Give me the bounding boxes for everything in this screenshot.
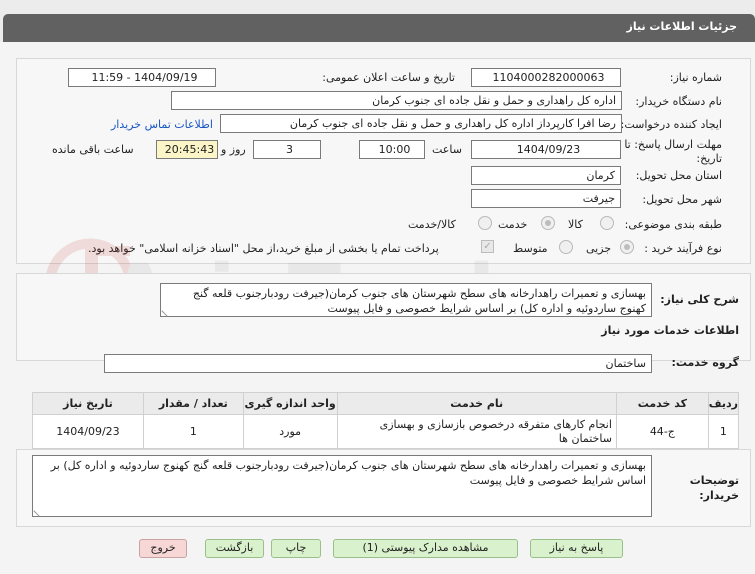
service-need-date: 1404/09/23 [32, 414, 144, 449]
category-label: طبقه بندی موضوعی: [624, 218, 722, 231]
col-date-header: تاریخ نیاز [32, 392, 144, 415]
service-unit: مورد [242, 414, 338, 449]
back-button[interactable]: بازگشت [205, 539, 264, 558]
announce-datetime-label: تاریخ و ساعت اعلان عمومی: [322, 71, 455, 84]
buyer-org-label: نام دستگاه خریدار: [635, 95, 722, 108]
process-medium-radio[interactable] [559, 240, 573, 254]
buyer-notes-text: بهسازی و تعمیرات راهدارخانه های سطح شهرس… [50, 459, 646, 487]
top-bar: جزئیات اطلاعات نیاز [0, 0, 755, 42]
service-qty: 1 [142, 414, 244, 449]
view-attachments-button[interactable]: مشاهده مدارک پیوستی (1) [333, 539, 518, 558]
category-service-label: خدمت [498, 218, 528, 231]
buyer-org-field: اداره کل راهداری و حمل و نقل جاده ای جنو… [171, 91, 622, 110]
col-qty-header: تعداد / مقدار [142, 392, 244, 415]
reply-button[interactable]: پاسخ به نیاز [530, 539, 623, 558]
col-unit-header: واحد اندازه گیری [242, 392, 338, 415]
col-row-header: ردیف [707, 392, 740, 415]
general-desc-label: شرح کلی نیاز: [660, 293, 739, 306]
creator-label: ایجاد کننده درخواست: [620, 118, 722, 131]
resize-handle-icon[interactable] [33, 505, 45, 517]
print-button[interactable]: چاپ [271, 539, 321, 558]
table-row: 1 ج-44 انجام کارهای متفرقه درخصوص بازساز… [32, 414, 740, 449]
col-code-header: کد خدمت [615, 392, 709, 415]
creator-field: رضا افرا کارپرداز اداره کل راهداری و حمل… [220, 114, 622, 133]
general-desc-field: بهسازی و تعمیرات راهدارخانه های سطح شهرس… [160, 283, 652, 317]
need-number-field: 1104000282000063 [471, 68, 621, 87]
service-name: انجام کارهای متفرقه درخصوص بازسازی و بهس… [336, 414, 617, 449]
deadline-date-field: 1404/09/23 [471, 140, 621, 159]
contact-buyer-link[interactable]: اطلاعات تماس خریدار [111, 118, 213, 131]
province-label: استان محل تحویل: [635, 169, 722, 182]
process-minor-label: جزیی [586, 242, 612, 255]
general-desc-text: بهسازی و تعمیرات راهدارخانه های سطح شهرس… [192, 287, 646, 315]
service-code: ج-44 [615, 414, 709, 449]
deadline-hour-label: ساعت [432, 143, 462, 156]
process-medium-label: متوسط [513, 242, 548, 255]
deadline-label: مهلت ارسال پاسخ: تا تاریخ: [624, 138, 722, 165]
col-name-header: نام خدمت [336, 392, 617, 415]
service-group-label: گروه خدمت: [671, 356, 739, 369]
days-left-field: 3 [253, 140, 321, 159]
announce-datetime-field: 1404/09/19 - 11:59 [68, 68, 216, 87]
service-group-field: ساختمان [104, 354, 652, 373]
deadline-time-field: 10:00 [359, 140, 425, 159]
city-field: جیرفت [471, 189, 621, 208]
table-header-row: ردیف کد خدمت نام خدمت واحد اندازه گیری ت… [32, 392, 740, 415]
treasury-payment-note: پرداخت تمام یا بخشی از مبلغ خرید،از محل … [88, 242, 439, 255]
page-title: جزئیات اطلاعات نیاز [626, 20, 738, 33]
row-index: 1 [707, 414, 740, 449]
category-goods-label: کالا [568, 218, 583, 231]
treasury-payment-checkbox[interactable]: ✓ [481, 240, 494, 253]
category-service-radio[interactable] [541, 216, 555, 230]
services-info-title: اطلاعات خدمات مورد نیاز [601, 324, 739, 337]
need-number-label: شماره نیاز: [669, 71, 722, 84]
exit-button[interactable]: خروج [139, 539, 187, 558]
days-and-label: روز و [221, 143, 246, 156]
services-table: ردیف کد خدمت نام خدمت واحد اندازه گیری ت… [32, 392, 740, 449]
province-field: کرمان [471, 166, 621, 185]
page-header: جزئیات اطلاعات نیاز [3, 14, 755, 42]
category-goods-service-radio[interactable] [478, 216, 492, 230]
time-left-field: 20:45:43 [156, 140, 218, 159]
process-type-label: نوع فرآیند خرید : [644, 242, 722, 255]
buyer-notes-field: بهسازی و تعمیرات راهدارخانه های سطح شهرس… [32, 455, 652, 517]
resize-handle-icon[interactable] [161, 305, 173, 317]
category-goods-service-label: کالا/خدمت [408, 218, 456, 231]
remaining-label: ساعت باقی مانده [52, 143, 134, 156]
process-minor-radio[interactable] [620, 240, 634, 254]
city-label: شهر محل تحویل: [642, 193, 722, 206]
category-goods-radio[interactable] [600, 216, 614, 230]
buyer-notes-label: توضیحات خریدار: [689, 474, 739, 502]
